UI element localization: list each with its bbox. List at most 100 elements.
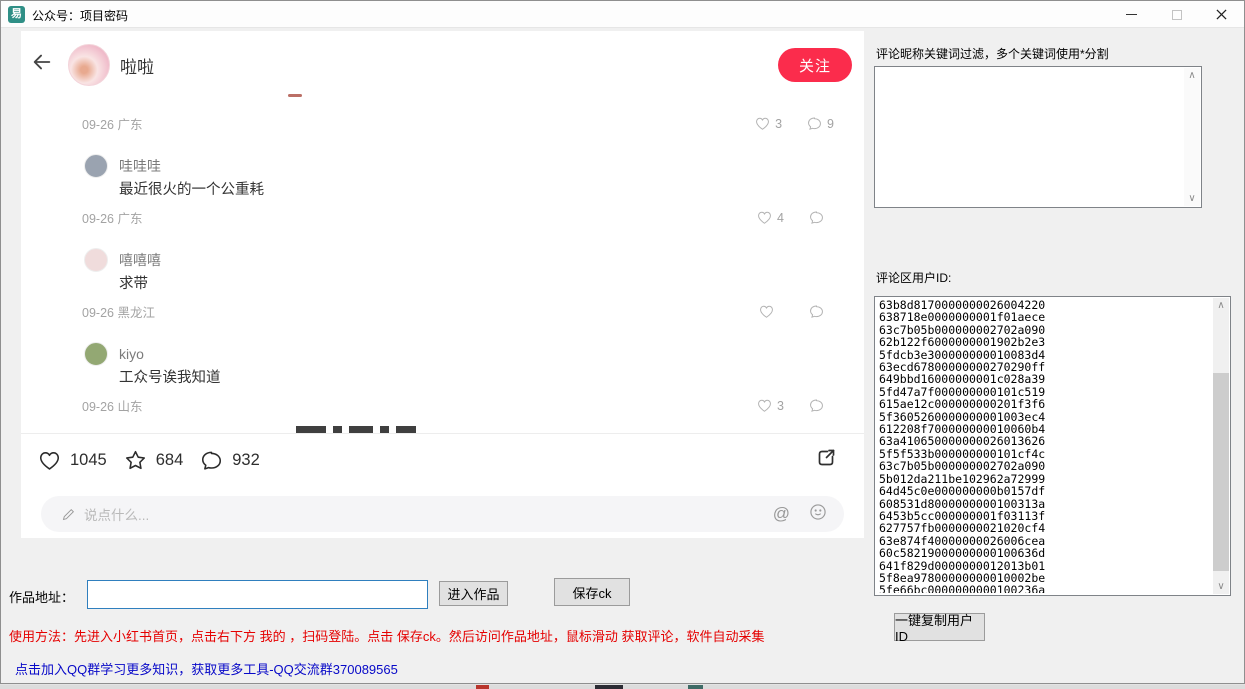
user-id-line: 638718e0000000001f01aece — [879, 311, 1210, 323]
comment-meta-row: 09-26 黑龙江 — [21, 303, 864, 320]
heart-icon[interactable] — [756, 209, 773, 226]
comment-date-location: 09-26 黑龙江 — [82, 302, 155, 321]
comment-header: 哇哇哇 — [21, 154, 864, 178]
comment-header: kiyo — [21, 342, 864, 366]
post-webview: 啦啦 关注 09-26 广东39哇哇哇最近很火的一个公重耗09-26 广东4嘻嘻… — [21, 31, 864, 538]
comment-date-location: 09-26 山东 — [82, 396, 142, 415]
comment-input[interactable]: 说点什么... @ — [41, 496, 844, 532]
app-icon: 易 — [8, 6, 25, 23]
address-label: 作品地址： — [9, 587, 74, 606]
filter-textarea[interactable]: ∧ ∨ — [874, 66, 1202, 208]
comment-like[interactable] — [758, 303, 784, 320]
comment-list: 09-26 广东39哇哇哇最近很火的一个公重耗09-26 广东4嘻嘻嘻求带09-… — [21, 115, 864, 433]
save-ck-button[interactable]: 保存ck — [554, 578, 630, 606]
comment-meta-row: 09-26 广东39 — [21, 115, 864, 132]
taskbar-sliver — [0, 685, 1245, 689]
user-id-line: 64d45c0e000000000b0157df — [879, 485, 1210, 497]
scroll-up-icon[interactable]: ∧ — [1213, 298, 1229, 313]
comment-meta-row: 09-26 广东4 — [21, 209, 864, 226]
comment-date-location: 09-26 广东 — [82, 114, 142, 133]
follow-button[interactable]: 关注 — [778, 48, 852, 82]
scroll-up-icon[interactable]: ∧ — [1184, 68, 1200, 83]
user-id-list: 63b8d8170000000026004220638718e000000000… — [879, 299, 1210, 593]
comment-item: 09-26 广东39 — [21, 115, 864, 132]
taskbar-item — [688, 685, 703, 689]
arrow-left-icon — [31, 51, 53, 73]
comment-text: 求带 — [21, 274, 864, 294]
commenter-name[interactable]: 嘻嘻嘻 — [119, 252, 161, 268]
scroll-down-icon[interactable]: ∨ — [1213, 579, 1229, 594]
user-id-scrollbar[interactable]: ∧ ∨ — [1213, 298, 1229, 594]
comment-group[interactable]: 932 — [199, 448, 260, 473]
comment-actions: 3 — [756, 397, 834, 414]
chat-bubble-icon[interactable] — [808, 303, 825, 320]
commenter-name[interactable]: 哇哇哇 — [119, 158, 161, 174]
maximize-button[interactable] — [1154, 1, 1199, 28]
commenter-avatar[interactable] — [84, 342, 108, 366]
copy-user-ids-button[interactable]: 一键复制用户ID — [894, 613, 985, 641]
comment-reply[interactable] — [808, 303, 834, 320]
comment-like-count: 3 — [777, 399, 784, 413]
scroll-down-icon[interactable]: ∨ — [1184, 191, 1200, 206]
scrollbar-thumb[interactable] — [1213, 373, 1229, 571]
comment-count: 932 — [232, 451, 260, 470]
user-id-line: 649bbd16000000001c028a39 — [879, 373, 1210, 385]
address-input[interactable] — [87, 580, 428, 609]
comment-item: kiyo 工众号诶我知道 09-26 山东 3 — [21, 342, 864, 414]
like-group[interactable]: 1045 — [37, 448, 107, 473]
comment-text: 最近很火的一个公重耗 — [21, 180, 864, 200]
chat-bubble-icon[interactable] — [808, 209, 825, 226]
back-button[interactable] — [31, 51, 57, 77]
user-id-line: 627757fb0000000021020cf4 — [879, 522, 1210, 534]
clipped-content-dash — [288, 94, 302, 97]
filter-scrollbar[interactable]: ∧ ∨ — [1184, 68, 1200, 206]
mention-icon[interactable]: @ — [773, 504, 790, 524]
share-button[interactable] — [814, 446, 838, 475]
commenter-avatar[interactable] — [84, 248, 108, 272]
comment-input-placeholder: 说点什么... — [84, 504, 773, 524]
comment-item: 嘻嘻嘻求带 09-26 黑龙江 — [21, 248, 864, 320]
user-id-line: 60c58219000000000100636d — [879, 547, 1210, 559]
user-id-line: 62b122f6000000001902b2e3 — [879, 336, 1210, 348]
author-name: 啦啦 — [120, 53, 154, 78]
user-id-line: 63c7b05b000000002702a090 — [879, 460, 1210, 472]
close-button[interactable] — [1199, 1, 1244, 28]
minimize-icon — [1126, 14, 1137, 15]
heart-icon[interactable] — [754, 115, 771, 132]
comment-actions: 39 — [754, 115, 834, 132]
author-avatar[interactable] — [68, 44, 110, 86]
usage-instructions: 使用方法：先进入小红书首页，点击右下方 我的 ，扫码登陆。点击 保存ck。然后访… — [9, 626, 764, 645]
chat-bubble-icon[interactable] — [806, 115, 823, 132]
enter-work-button[interactable]: 进入作品 — [439, 581, 508, 606]
comment-reply[interactable] — [808, 397, 834, 414]
external-link-icon — [814, 446, 838, 470]
comment-item: 哇哇哇最近很火的一个公重耗 09-26 广东4 — [21, 154, 864, 226]
user-id-line: 63a410650000000026013626 — [879, 435, 1210, 447]
user-id-line: 615ae12c000000000201f3f6 — [879, 398, 1210, 410]
chat-bubble-icon — [199, 448, 224, 473]
comment-like[interactable]: 4 — [756, 209, 784, 226]
window-title: 公众号：项目密码 — [32, 7, 128, 24]
comment-reply[interactable]: 9 — [806, 115, 834, 132]
qq-group-link[interactable]: 点击加入QQ群学习更多知识，获取更多工具-QQ交流群370089565 — [15, 659, 398, 678]
comment-meta-row: 09-26 山东 3 — [21, 397, 864, 414]
comment-like[interactable]: 3 — [756, 397, 784, 414]
chat-bubble-icon[interactable] — [808, 397, 825, 414]
comment-like-count: 4 — [777, 211, 784, 225]
post-action-bar: 1045 684 932 — [21, 434, 864, 486]
heart-icon[interactable] — [758, 303, 775, 320]
comment-reply[interactable] — [808, 209, 834, 226]
user-id-line: 5fe66bc0000000000100236a — [879, 584, 1210, 593]
minimize-button[interactable] — [1109, 1, 1154, 28]
collect-group[interactable]: 684 — [123, 448, 184, 473]
emoji-icon[interactable] — [808, 502, 828, 527]
taskbar-item — [595, 685, 623, 689]
user-id-textarea[interactable]: 63b8d8170000000026004220638718e000000000… — [874, 296, 1231, 596]
heart-icon[interactable] — [756, 397, 773, 414]
commenter-name[interactable]: kiyo — [119, 346, 144, 362]
pen-icon — [61, 507, 76, 522]
maximize-icon — [1172, 10, 1182, 20]
commenter-avatar[interactable] — [84, 154, 108, 178]
comment-like[interactable]: 3 — [754, 115, 782, 132]
comment-text: 工众号诶我知道 — [21, 368, 864, 388]
